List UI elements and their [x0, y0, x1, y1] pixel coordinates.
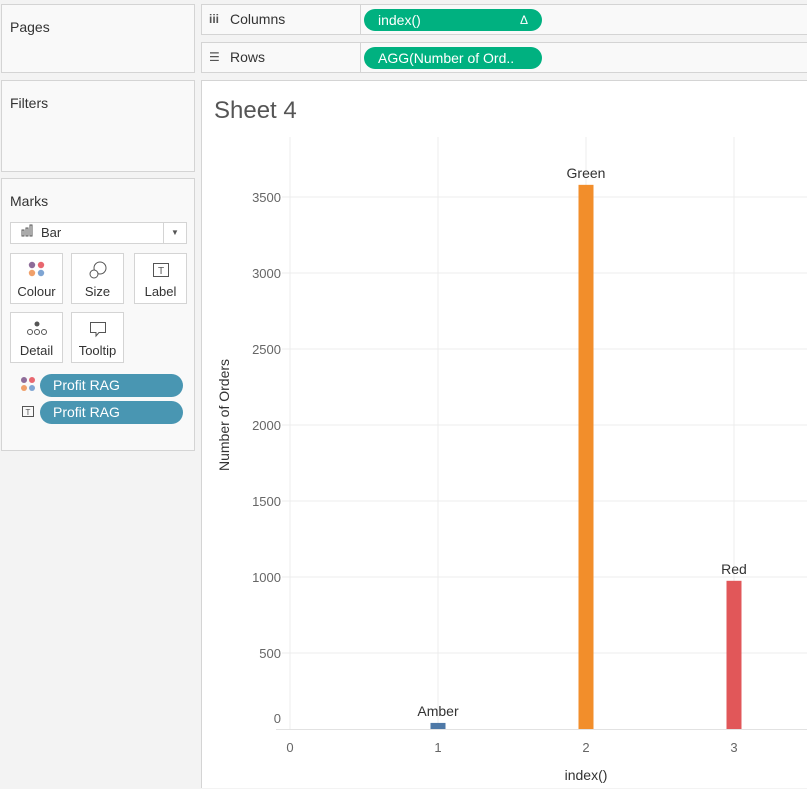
bar-label-amber: Amber: [417, 703, 459, 719]
detail-label: Detail: [19, 343, 54, 358]
y-axis-ticks: 0 500 1000 1500 2000 2500 3000 3500: [252, 190, 281, 726]
x-tick-label: 0: [286, 740, 293, 755]
x-tick-label: 1: [434, 740, 441, 755]
bar-green[interactable]: [578, 184, 594, 730]
columns-shelf[interactable]: iii Columns index() Δ: [201, 4, 807, 35]
x-axis-label: index(): [565, 767, 608, 783]
label-text-icon: T: [135, 261, 186, 279]
marks-card: Marks Bar ▼ Colour Size T Label Detail T…: [1, 178, 195, 451]
y-tick-label: 1500: [252, 494, 281, 509]
y-axis-label: Number of Orders: [216, 359, 232, 471]
tooltip-button[interactable]: Tooltip: [71, 312, 124, 363]
columns-shelf-label: iii Columns: [202, 5, 361, 34]
svg-text:T: T: [26, 408, 31, 417]
bar-label-green: Green: [567, 165, 606, 181]
filters-card[interactable]: Filters: [1, 80, 195, 172]
mark-type-label: Bar: [41, 225, 62, 240]
sheet-view: Sheet 4 0 500 1000 1500 2000 2500 3000 3500 012…: [201, 80, 807, 788]
size-icon: [72, 261, 123, 279]
colour-dots-icon: [11, 261, 62, 279]
chevron-down-icon[interactable]: ▼: [163, 223, 186, 243]
y-tick-label: 0: [274, 711, 281, 726]
rows-shelf-label: ☰ Rows: [202, 43, 361, 72]
columns-pill-text: index(): [378, 12, 421, 28]
detail-dots-icon: [11, 320, 62, 338]
rows-pill-text: AGG(Number of Ord..: [378, 50, 515, 66]
pages-title: Pages: [10, 19, 50, 35]
y-tick-label: 500: [259, 646, 281, 661]
y-tick-label: 3000: [252, 266, 281, 281]
bar-red[interactable]: [726, 580, 742, 729]
x-axis-ticks: 0 1 2 3: [286, 740, 737, 755]
tooltip-label: Tooltip: [78, 343, 117, 358]
colour-label: Colour: [17, 284, 56, 299]
colour-dots-icon: [20, 376, 36, 392]
columns-icon: iii: [209, 12, 220, 26]
label-text-icon: T: [20, 404, 36, 420]
marks-title: Marks: [10, 193, 49, 209]
y-tick-label: 2500: [252, 342, 281, 357]
columns-pill[interactable]: index() Δ: [364, 9, 542, 31]
rows-label-text: Rows: [230, 49, 266, 65]
detail-button[interactable]: Detail: [10, 312, 63, 363]
table-calc-delta-icon: Δ: [519, 13, 528, 27]
bar-amber[interactable]: [430, 722, 446, 729]
colour-button[interactable]: Colour: [10, 253, 63, 304]
pages-card[interactable]: Pages: [1, 4, 195, 73]
filters-title: Filters: [10, 95, 49, 111]
label-label: Label: [144, 284, 177, 299]
size-button[interactable]: Size: [71, 253, 124, 304]
rows-shelf[interactable]: ☰ Rows AGG(Number of Ord..: [201, 42, 807, 73]
y-tick-label: 3500: [252, 190, 281, 205]
bars: [430, 184, 742, 730]
bar-label-red: Red: [721, 561, 747, 577]
rows-pill[interactable]: AGG(Number of Ord..: [364, 47, 542, 69]
size-label: Size: [84, 284, 111, 299]
rows-icon: ☰: [209, 50, 220, 64]
mark-type-dropdown[interactable]: Bar ▼: [10, 222, 187, 244]
y-tick-label: 2000: [252, 418, 281, 433]
x-tick-label: 2: [582, 740, 589, 755]
y-tick-label: 1000: [252, 570, 281, 585]
svg-text:T: T: [157, 266, 163, 277]
colour-field-pill[interactable]: Profit RAG: [40, 374, 183, 397]
bar-chart-icon: [21, 223, 35, 244]
columns-label-text: Columns: [230, 11, 286, 27]
tooltip-bubble-icon: [72, 320, 123, 338]
bar-chart[interactable]: 0 500 1000 1500 2000 2500 3000 3500 0 1 2 3 Amber G…: [202, 81, 807, 789]
label-field-pill[interactable]: Profit RAG: [40, 401, 183, 424]
x-tick-label: 3: [730, 740, 737, 755]
label-button[interactable]: T Label: [134, 253, 187, 304]
